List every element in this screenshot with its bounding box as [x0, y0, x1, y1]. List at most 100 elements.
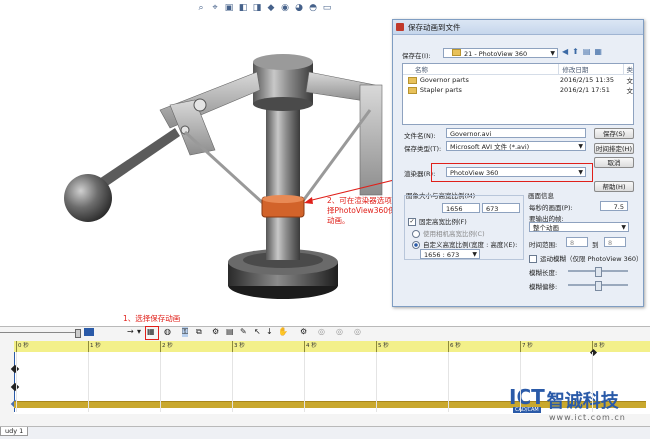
timeline-tick [16, 341, 17, 352]
ict-logo: ICT CAD/CAM 智诚科技 www.ict.com.cn [509, 387, 626, 422]
results-icon[interactable]: ◎ [318, 327, 325, 336]
column-name[interactable]: 名称 [403, 64, 558, 74]
time-to-input[interactable]: 8 [604, 237, 626, 247]
timeline-slider-track[interactable] [0, 332, 76, 333]
help-button[interactable]: 帮助(H) [594, 181, 634, 192]
spring-icon[interactable]: ▤ [226, 327, 234, 336]
status-bar [0, 426, 650, 439]
scene-icon[interactable]: ◓ [308, 3, 318, 13]
view-menu-icon[interactable]: ▦ [594, 47, 602, 56]
blur-length-label: 模糊长度: [529, 269, 558, 277]
column-date[interactable]: 修改日期 [558, 64, 622, 74]
save-in-label: 保存在(I): [402, 52, 431, 60]
column-type[interactable]: 类 [622, 64, 633, 74]
save-button[interactable]: 保存(S) [594, 128, 634, 139]
file-list[interactable]: 名称 修改日期 类 Governor parts 2016/2/15 11:35… [402, 63, 634, 125]
output-frames-select[interactable]: 整个动画 ▼ [529, 222, 629, 232]
film-icon: ▦ [147, 327, 155, 336]
display-style-icon[interactable]: ◨ [252, 3, 262, 13]
timeline-gridline [160, 352, 161, 412]
new-folder-icon[interactable]: ▤ [583, 47, 591, 56]
chevron-down-icon: ▼ [578, 143, 583, 150]
timeline-slider-thumb[interactable] [75, 329, 81, 338]
timeline-gridline [16, 352, 17, 412]
camera-ratio-radio[interactable]: 使用相机高宽比例(C) [412, 228, 485, 238]
section-view-icon[interactable]: ◧ [238, 3, 248, 13]
zoom-icon[interactable]: ⌖ [210, 3, 220, 13]
animation-wizard-icon[interactable]: ◍ [164, 327, 171, 336]
timeline-tick [304, 341, 305, 352]
monitor-icon[interactable]: ▭ [322, 3, 332, 13]
slider-thumb[interactable] [595, 267, 602, 277]
timeline-gridline [520, 352, 521, 412]
filetype-label: 保存类型(T): [404, 145, 442, 153]
fixed-ratio-checkbox[interactable]: ✓ 固定高宽比例(F) [408, 216, 467, 226]
time-to-label: 到 [592, 241, 599, 249]
motor-icon[interactable]: ⚙ [212, 327, 219, 336]
motion-blur-checkbox[interactable]: 运动模糊（仅限 PhotoView 360） [529, 253, 643, 263]
app-icon [396, 23, 404, 31]
dropdown-icon[interactable]: ▾ [137, 327, 141, 336]
logo-sub: CAD/CAM [513, 407, 541, 413]
save-in-select[interactable]: 21 - PhotoView 360 ▼ [443, 48, 558, 58]
save-in-value: 21 - PhotoView 360 [464, 50, 528, 58]
time-range-label: 时间范围: [529, 241, 558, 249]
file-type: 文 [626, 87, 634, 95]
force-icon[interactable]: ↖ [254, 327, 261, 336]
filename-input[interactable]: Governor.avi [446, 128, 586, 138]
back-icon[interactable]: ◀ [562, 47, 568, 56]
arrow-right-icon[interactable]: → [127, 327, 134, 336]
file-date: 2016/2/15 11:35 [559, 76, 615, 84]
contact-icon[interactable]: ✋ [278, 327, 288, 336]
cube-icon[interactable]: ◆ [266, 3, 276, 13]
gravity-icon[interactable]: ↓ [266, 327, 273, 336]
time-from-input[interactable]: 8 [566, 237, 588, 247]
file-name: Stapler parts [419, 86, 462, 94]
search-icon[interactable]: ⌕ [196, 3, 206, 13]
autokey-icon[interactable]: ⚿ [182, 327, 189, 337]
custom-ratio-value: 1656 : 673 [424, 251, 460, 259]
chevron-down-icon: ▼ [472, 251, 477, 258]
timeline-tick [160, 341, 161, 352]
fps-label: 每秒的画面(P): [529, 204, 573, 212]
add-key-icon[interactable]: ⧉ [196, 327, 202, 337]
timeline-tick-label: 2 秒 [162, 343, 173, 349]
timeline-gridline [592, 352, 593, 412]
damper-icon[interactable]: ✎ [240, 327, 247, 336]
playback-speed-icon[interactable] [84, 328, 94, 336]
custom-ratio-radio[interactable]: 自定义高宽比例(宽度 : 高度)(E): [412, 239, 517, 249]
file-list-header: 名称 修改日期 类 [403, 64, 633, 75]
blur-offset-slider[interactable] [568, 281, 628, 291]
list-item[interactable]: Stapler parts 2016/2/1 17:51 文 [403, 85, 633, 95]
list-item[interactable]: Governor parts 2016/2/15 11:35 文 [403, 75, 633, 85]
filetype-select[interactable]: Microsoft AVI 文件 (*.avi) ▼ [446, 141, 586, 151]
calculate-icon[interactable]: ⚙ [300, 327, 307, 336]
timeline-tick [232, 341, 233, 352]
cancel-button[interactable]: 取消 [594, 157, 634, 168]
custom-ratio-select[interactable]: 1656 : 673 ▼ [420, 249, 480, 259]
height-input[interactable]: 673 [482, 203, 520, 213]
renderer-value: PhotoView 360 [450, 169, 499, 177]
checkbox-checked: ✓ [408, 218, 416, 226]
timeline-gridline [304, 352, 305, 412]
filetype-value: Microsoft AVI 文件 (*.avi) [450, 143, 530, 151]
motion-blur-label: 运动模糊（仅限 PhotoView 360） [540, 255, 643, 263]
chevron-down-icon: ▼ [621, 224, 626, 231]
blur-offset-label: 模糊偏移: [529, 283, 558, 291]
hide-show-icon[interactable]: ◉ [280, 3, 290, 13]
study-properties-icon[interactable]: ◎ [336, 327, 343, 336]
custom-ratio-label: 自定义高宽比例(宽度 : 高度)(E): [423, 241, 518, 249]
width-input[interactable]: 1656 [442, 203, 480, 213]
slider-thumb[interactable] [595, 281, 602, 291]
timeline-tick-label: 6 秒 [450, 343, 461, 349]
collapse-icon[interactable]: ◎ [354, 327, 361, 336]
renderer-select[interactable]: PhotoView 360 ▼ [446, 167, 586, 177]
view-orientation-icon[interactable]: ▣ [224, 3, 234, 13]
up-folder-icon[interactable]: ⬆ [572, 47, 579, 56]
fps-input[interactable]: 7.5 [600, 201, 628, 211]
blur-length-slider[interactable] [568, 267, 628, 277]
study-tab[interactable]: udy 1 [0, 427, 29, 436]
appearance-icon[interactable]: ◕ [294, 3, 304, 13]
schedule-button[interactable]: 时间排定(H) [594, 143, 634, 154]
timeline-tick-label: 1 秒 [90, 343, 101, 349]
